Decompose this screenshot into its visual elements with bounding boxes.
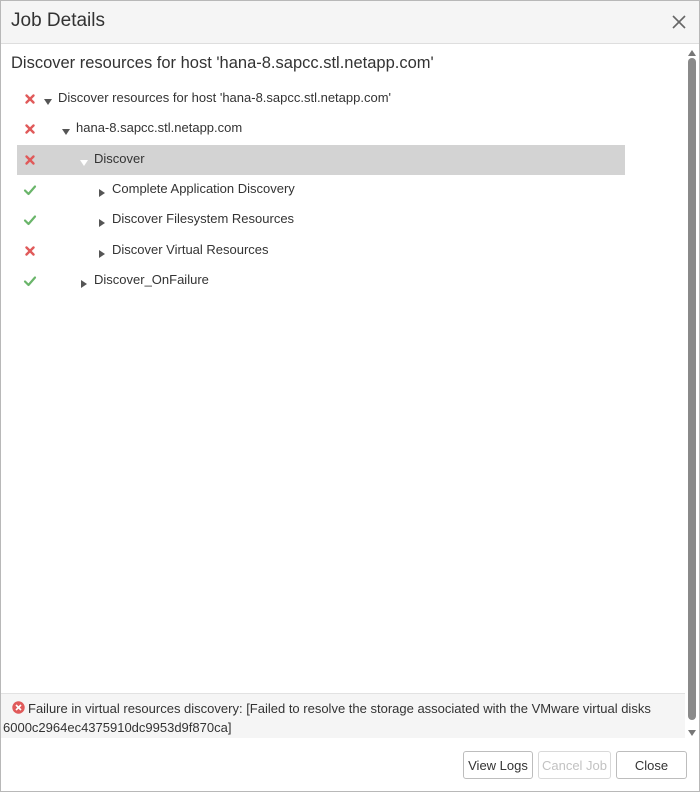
expand-down-triangle-icon[interactable] <box>61 124 71 136</box>
failed-x-icon <box>23 153 37 167</box>
dialog-header: Job Details <box>1 1 699 44</box>
error-message-bar: Failure in virtual resources discovery: … <box>1 693 685 738</box>
collapsed-right-triangle-icon[interactable] <box>97 215 107 228</box>
tree-item-label: Discover Filesystem Resources <box>112 211 295 227</box>
job-details-dialog: Job Details Discover resources for host … <box>0 0 700 792</box>
dialog-title: Job Details <box>11 10 105 31</box>
collapsed-right-triangle-icon[interactable] <box>97 185 107 197</box>
expand-down-triangle-icon[interactable] <box>43 94 53 105</box>
scrollbar-thumb[interactable] <box>688 58 696 720</box>
tree-item-label: Discover <box>94 150 145 166</box>
failed-x-icon <box>23 92 37 106</box>
close-button[interactable]: Close <box>616 751 687 779</box>
tree-item-label: Complete Application Discovery <box>112 180 295 196</box>
failed-x-icon <box>23 122 37 136</box>
tree-row[interactable]: Discover <box>17 144 625 175</box>
tree-row[interactable]: Discover Filesystem Resources <box>17 205 625 235</box>
tree-item-label: Discover Virtual Resources <box>112 241 269 257</box>
dialog-footer: View Logs Cancel Job Close <box>1 738 699 791</box>
tree-item-label: Discover resources for host 'hana-8.sapc… <box>58 90 392 105</box>
tree-row[interactable]: Discover resources for host 'hana-8.sapc… <box>17 84 625 114</box>
tree-item-label: hana-8.sapcc.stl.netapp.com <box>76 120 243 136</box>
success-check-icon <box>23 274 37 288</box>
dialog-body: Discover resources for host 'hana-8.sapc… <box>1 44 685 736</box>
collapsed-right-triangle-icon[interactable] <box>97 246 107 258</box>
view-logs-button[interactable]: View Logs <box>463 751 533 779</box>
tree-row[interactable]: Discover Virtual Resources <box>17 236 625 266</box>
success-check-icon <box>23 183 37 197</box>
collapsed-right-triangle-icon[interactable] <box>79 276 89 288</box>
scroll-down-arrow-icon[interactable] <box>687 725 697 736</box>
error-message-text: Failure in virtual resources discovery: … <box>3 701 651 735</box>
vertical-scrollbar[interactable] <box>685 44 699 736</box>
close-icon[interactable] <box>669 12 689 32</box>
tree-row[interactable]: Discover_OnFailure <box>17 266 625 296</box>
tree-item-label: Discover_OnFailure <box>94 271 209 287</box>
success-check-icon <box>23 213 37 227</box>
scroll-up-arrow-icon[interactable] <box>687 45 697 56</box>
cancel-job-button[interactable]: Cancel Job <box>538 751 611 779</box>
page-title: Discover resources for host 'hana-8.sapc… <box>11 54 434 72</box>
expand-down-triangle-icon[interactable] <box>79 155 89 166</box>
failed-x-icon <box>23 244 37 258</box>
tree-row[interactable]: Complete Application Discovery <box>17 175 625 205</box>
tree-row[interactable]: hana-8.sapcc.stl.netapp.com <box>17 114 625 144</box>
